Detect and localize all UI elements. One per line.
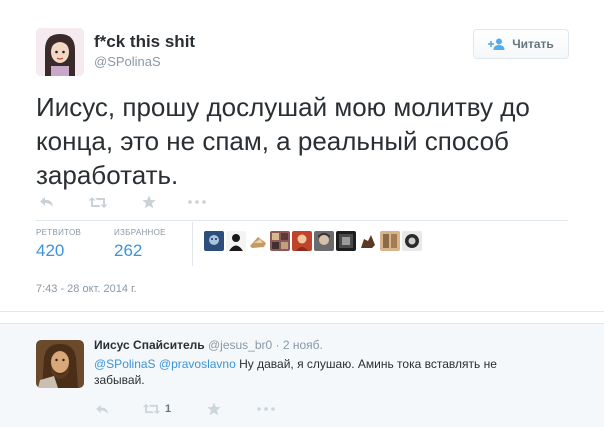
- reply-author-name[interactable]: Иисус Спайситель: [94, 338, 205, 352]
- retweet-icon[interactable]: 1: [142, 403, 171, 415]
- tweet-text: Иисус, прошу дослушай мою молитву до кон…: [36, 92, 530, 190]
- favoriter-avatar[interactable]: [248, 231, 268, 251]
- reply-author-avatar[interactable]: [36, 340, 84, 388]
- reply-tweet: Иисус Спайситель @jesus_br0 · 2 нояб. @S…: [0, 323, 604, 427]
- author-name[interactable]: f*ck this shit: [94, 32, 195, 52]
- favoriter-avatar[interactable]: [314, 231, 334, 251]
- favorites-label: ИЗБРАННОЕ: [114, 228, 166, 237]
- retweets-label: РЕТВИТОВ: [36, 228, 82, 237]
- favoriter-avatar[interactable]: [270, 231, 290, 251]
- reply-header: Иисус Спайситель @jesus_br0 · 2 нояб.: [94, 338, 323, 352]
- retweets-count: 420: [36, 241, 65, 260]
- reply-text: @SPolinaS @pravoslavno Ну давай, я слуша…: [94, 356, 534, 388]
- follow-button[interactable]: Читать: [473, 29, 569, 59]
- mention-link[interactable]: @SPolinaS: [94, 357, 156, 371]
- stats-separator: [192, 222, 193, 266]
- more-icon[interactable]: [257, 407, 275, 411]
- favorite-icon[interactable]: [138, 195, 160, 209]
- favoriter-avatar[interactable]: [336, 231, 356, 251]
- retweet-stat[interactable]: РЕТВИТОВ 420: [36, 228, 81, 261]
- reply-timestamp[interactable]: · 2 нояб.: [276, 338, 323, 352]
- reply-icon[interactable]: [92, 404, 112, 415]
- divider: [0, 311, 604, 312]
- more-icon[interactable]: [186, 200, 208, 204]
- reply-actions: 1: [92, 402, 275, 416]
- favoriter-avatar[interactable]: [226, 231, 246, 251]
- reply-author-handle[interactable]: @jesus_br0: [208, 338, 272, 352]
- tweet-timestamp[interactable]: 7:43 - 28 окт. 2014 г.: [36, 283, 137, 295]
- tweet-actions: [36, 191, 208, 213]
- mention-link[interactable]: @pravoslavno: [159, 357, 236, 371]
- favoriter-avatar[interactable]: [204, 231, 224, 251]
- reply-icon[interactable]: [36, 196, 58, 208]
- follow-button-label: Читать: [512, 37, 554, 51]
- favoriter-avatars: [204, 231, 422, 251]
- favoriter-avatar[interactable]: [292, 231, 312, 251]
- favoriter-avatar[interactable]: [402, 231, 422, 251]
- main-tweet: f*ck this shit @SPolinaS Читать Иисус, п…: [0, 0, 604, 312]
- author-avatar[interactable]: [36, 28, 84, 76]
- favorites-count: 262: [114, 241, 143, 260]
- favorites-stat[interactable]: ИЗБРАННОЕ 262: [114, 228, 166, 261]
- favoriter-avatar[interactable]: [380, 231, 400, 251]
- favoriter-avatar[interactable]: [358, 231, 378, 251]
- reply-retweet-count: 1: [165, 403, 172, 415]
- add-user-icon: [488, 38, 506, 50]
- author-handle[interactable]: @SPolinaS: [94, 54, 161, 69]
- divider: [36, 220, 568, 221]
- retweet-icon[interactable]: [87, 196, 109, 209]
- favorite-icon[interactable]: [207, 402, 221, 416]
